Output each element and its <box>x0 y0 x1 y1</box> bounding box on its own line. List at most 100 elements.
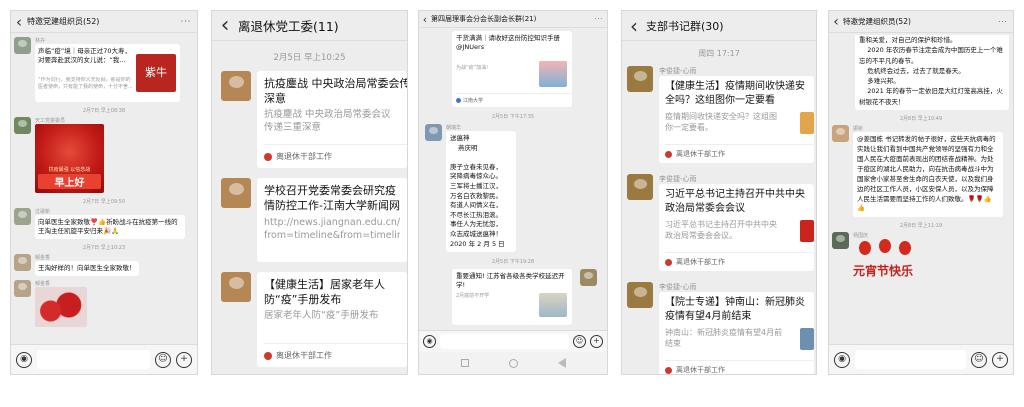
card-source: 离退休干部工作 <box>264 144 407 162</box>
notice-card[interactable]: 重要通知! 江苏省各级各类学校延迟开学! 2月底前不开学 <box>452 269 572 326</box>
avatar[interactable] <box>627 282 653 308</box>
message-input[interactable] <box>37 350 150 369</box>
article-card[interactable]: 【健康生活】疫情期间收快递安全吗？这组图你一定要看 疫情期间收快递安全吗？这组图… <box>659 76 814 163</box>
message-input[interactable] <box>855 350 966 369</box>
chat-header: ‹ 离退休党工委(11) <box>212 11 407 41</box>
article-card[interactable]: 【健康生活】居家老年人防“疫”手册发布 居家老年人防“疫”手册发布 离退休干部工… <box>257 272 407 367</box>
poem-line: 燕庆明 <box>458 143 478 152</box>
more-icon[interactable]: ··· <box>993 18 1013 26</box>
avatar[interactable] <box>14 254 31 271</box>
lantern-icon <box>899 241 911 256</box>
message-bubble[interactable]: 向单医生全家致敬❣️👍祈盼战斗在抗疫第一线的王淘主任凯旋平安归来🎉🙏 <box>35 215 185 239</box>
message-bubble[interactable]: @姜国栋 书记转发的帖子很好，这些天抗病毒的实践让我们看到中国共产党领导的坚强有… <box>853 132 1003 218</box>
timestamp: 周四 17:17 <box>698 49 740 58</box>
plus-icon[interactable]: + <box>992 351 1008 368</box>
article-card[interactable]: 声临“疫”境｜母亲正过70大寿，对要奔赴武汉的女儿说：“我... “作为同行，我… <box>35 44 180 102</box>
chat-header: ‹ 支部书记群(30) <box>622 11 816 41</box>
poem-line: 事任人为无忧怨， <box>450 220 502 229</box>
more-icon[interactable]: ··· <box>175 17 197 26</box>
home-icon[interactable] <box>508 358 518 368</box>
voice-icon[interactable]: ◉ <box>423 335 436 348</box>
chat-title: 离退休党工委(11) <box>238 19 339 34</box>
article-card[interactable]: 习近平总书记主持召开中共中央政治局常委会会议 习近平总书记主持召开中共中央政治局… <box>659 184 814 271</box>
more-icon[interactable]: ··· <box>591 16 607 23</box>
input-bar: ◉ ☺ + <box>419 330 607 352</box>
plus-icon[interactable]: + <box>176 351 192 368</box>
greeting-image[interactable]: 抗疫最强 以信念战 早上好 <box>35 124 104 193</box>
chat-title: 支部书记群(30) <box>646 19 724 33</box>
avatar[interactable] <box>14 208 31 225</box>
avatar[interactable] <box>832 232 849 250</box>
input-bar: ◉ ☺ + <box>829 344 1013 374</box>
card-source: 离退休干部工作 <box>665 144 814 159</box>
avatar[interactable] <box>832 125 849 143</box>
poem-line <box>450 153 512 163</box>
back-icon[interactable]: ‹ <box>212 13 238 38</box>
back-nav-icon[interactable] <box>557 358 566 368</box>
back-icon[interactable]: ‹ <box>419 13 431 26</box>
message-item: 杨国庆 元宵节快乐 <box>832 232 1009 281</box>
message-list: 重和关爱，对自己的保护和珍惜。 2020 年农历春节注定会成为中国历史上一个难忘… <box>829 33 1013 344</box>
message-item: 林卉 声临“疫”境｜母亲正过70大寿，对要奔赴武汉的女儿说：“我... “作为同… <box>14 37 193 102</box>
sender-name: 过歌新 <box>35 209 51 215</box>
source-name: 离退休干部工作 <box>676 150 725 158</box>
lantern-icon <box>859 241 871 256</box>
source-name: 江南大学 <box>463 98 484 104</box>
avatar[interactable] <box>221 71 251 101</box>
voice-icon[interactable]: ◉ <box>834 351 850 368</box>
chat-panel-1: ‹ 特邀党建组织员(52) ··· 林卉 声临“疫”境｜母亲正过70大寿，对要奔… <box>10 10 198 375</box>
message-item: 朝瑞华 送瘟神 燕庆明 庚子立春未见春， 突降病毒惊众心。 三军将士播江汉， 万名白衣救… <box>425 124 607 253</box>
article-card[interactable]: 抗疫鏖战 中央政治局常委会传递三重深意 抗疫鏖战 中央政治局常委会议传递三重深意… <box>257 71 407 168</box>
flower-image[interactable] <box>35 287 87 327</box>
avatar[interactable] <box>14 37 31 54</box>
back-icon[interactable]: ‹ <box>11 13 27 31</box>
emoji-icon[interactable]: ☺ <box>155 351 171 368</box>
avatar[interactable] <box>580 269 597 287</box>
message-item: 李俊捷-心雨 习近平总书记主持召开中共中央政治局常委会会议 习近平总书记主持召开… <box>627 174 816 271</box>
card-desc: “作为同行，我支持你义无反顾，那是你的医者使命，只有能了我的使命，十分不舍... <box>38 77 133 90</box>
article-card[interactable]: 干货满满｜请收好这份防控知识手册@JNUers 为战“疫”加油! 江南大学 <box>452 31 572 107</box>
message-input[interactable] <box>440 334 569 349</box>
poem-line: 万名白衣救黎民。 <box>450 191 502 200</box>
timestamp: 2月5日 下午19:28 <box>491 259 535 266</box>
source-icon <box>665 258 672 266</box>
back-icon[interactable]: ‹ <box>622 14 646 38</box>
chat-panel-4: ‹ 支部书记群(30) 周四 17:17 李俊捷-心雨 【健康生活】疫情期间收快… <box>621 10 817 375</box>
avatar[interactable] <box>627 66 653 92</box>
lantern-image[interactable]: 元宵节快乐 <box>853 239 925 281</box>
message-list: 2月5日 早上10:25 抗疫鏖战 中央政治局常委会传递三重深意 抗疫鏖战 中央… <box>212 41 407 374</box>
avatar[interactable] <box>627 174 653 200</box>
chat-header: ‹ 第四届理事会分会长副会长群(21) ··· <box>419 11 607 28</box>
avatar[interactable] <box>14 280 31 297</box>
card-title: 抗疫鏖战 中央政治局常委会传递三重深意 <box>264 77 407 105</box>
poem-bubble[interactable]: 送瘟神 燕庆明 庚子立春未见春， 突降病毒惊众心。 三军将士播江汉， 万名白衣救黎民。有… <box>446 131 516 253</box>
chat-title: 特邀党建组织员(52) <box>843 17 911 26</box>
avatar[interactable] <box>14 117 31 134</box>
message-bubble[interactable]: 重和关爱，对自己的保护和珍惜。 2020 年农历春节注定会成为中国历史上一个难忘… <box>855 35 1009 111</box>
message-item: 李俊捷-心雨 【健康生活】疫情期间收快递安全吗？这组图你一定要看 疫情期间收快递… <box>627 66 816 163</box>
message-item: 郁金香 <box>14 280 193 327</box>
source-icon <box>665 366 672 374</box>
back-icon[interactable]: ‹ <box>829 14 843 30</box>
card-desc: 抗疫鏖战 中央政治局常委会议传递三重深意 <box>264 109 391 133</box>
avatar[interactable] <box>425 124 442 141</box>
chat-title: 第四届理事会分会长副会长群(21) <box>431 15 537 23</box>
plus-icon[interactable]: + <box>590 335 603 348</box>
voice-icon[interactable]: ◉ <box>16 351 32 368</box>
card-title: 习近平总书记主持召开中共中央政治局常委会会议 <box>665 189 805 214</box>
recent-apps-icon[interactable] <box>460 359 469 367</box>
sender-name: 李俊捷-心雨 <box>659 175 697 183</box>
card-desc: 居家老年人防“疫”手册发布 <box>264 310 379 321</box>
emoji-icon[interactable]: ☺ <box>971 351 987 368</box>
chat-header: ‹ 特邀党建组织员(52) ··· <box>11 11 197 33</box>
message-bubble[interactable]: 王淘好样的！向单医生全家致敬！ <box>35 261 139 276</box>
card-source: 离退休干部工作 <box>665 252 814 267</box>
article-card[interactable]: 【院士专递】钟南山：新冠肺炎疫情有望4月前结束 钟南山：新冠肺炎疫情有望4月前结… <box>659 292 814 374</box>
source-icon <box>264 351 272 360</box>
avatar[interactable] <box>221 178 251 208</box>
article-card[interactable]: 学校召开党委常委会研究疫情防控工作-江南大学新闻网 http://news.ji… <box>257 178 407 262</box>
card-source: 江南大学 <box>456 93 572 104</box>
timestamp: 2月5日 早上10:25 <box>273 53 346 63</box>
emoji-icon[interactable]: ☺ <box>573 335 586 348</box>
avatar[interactable] <box>221 272 251 302</box>
